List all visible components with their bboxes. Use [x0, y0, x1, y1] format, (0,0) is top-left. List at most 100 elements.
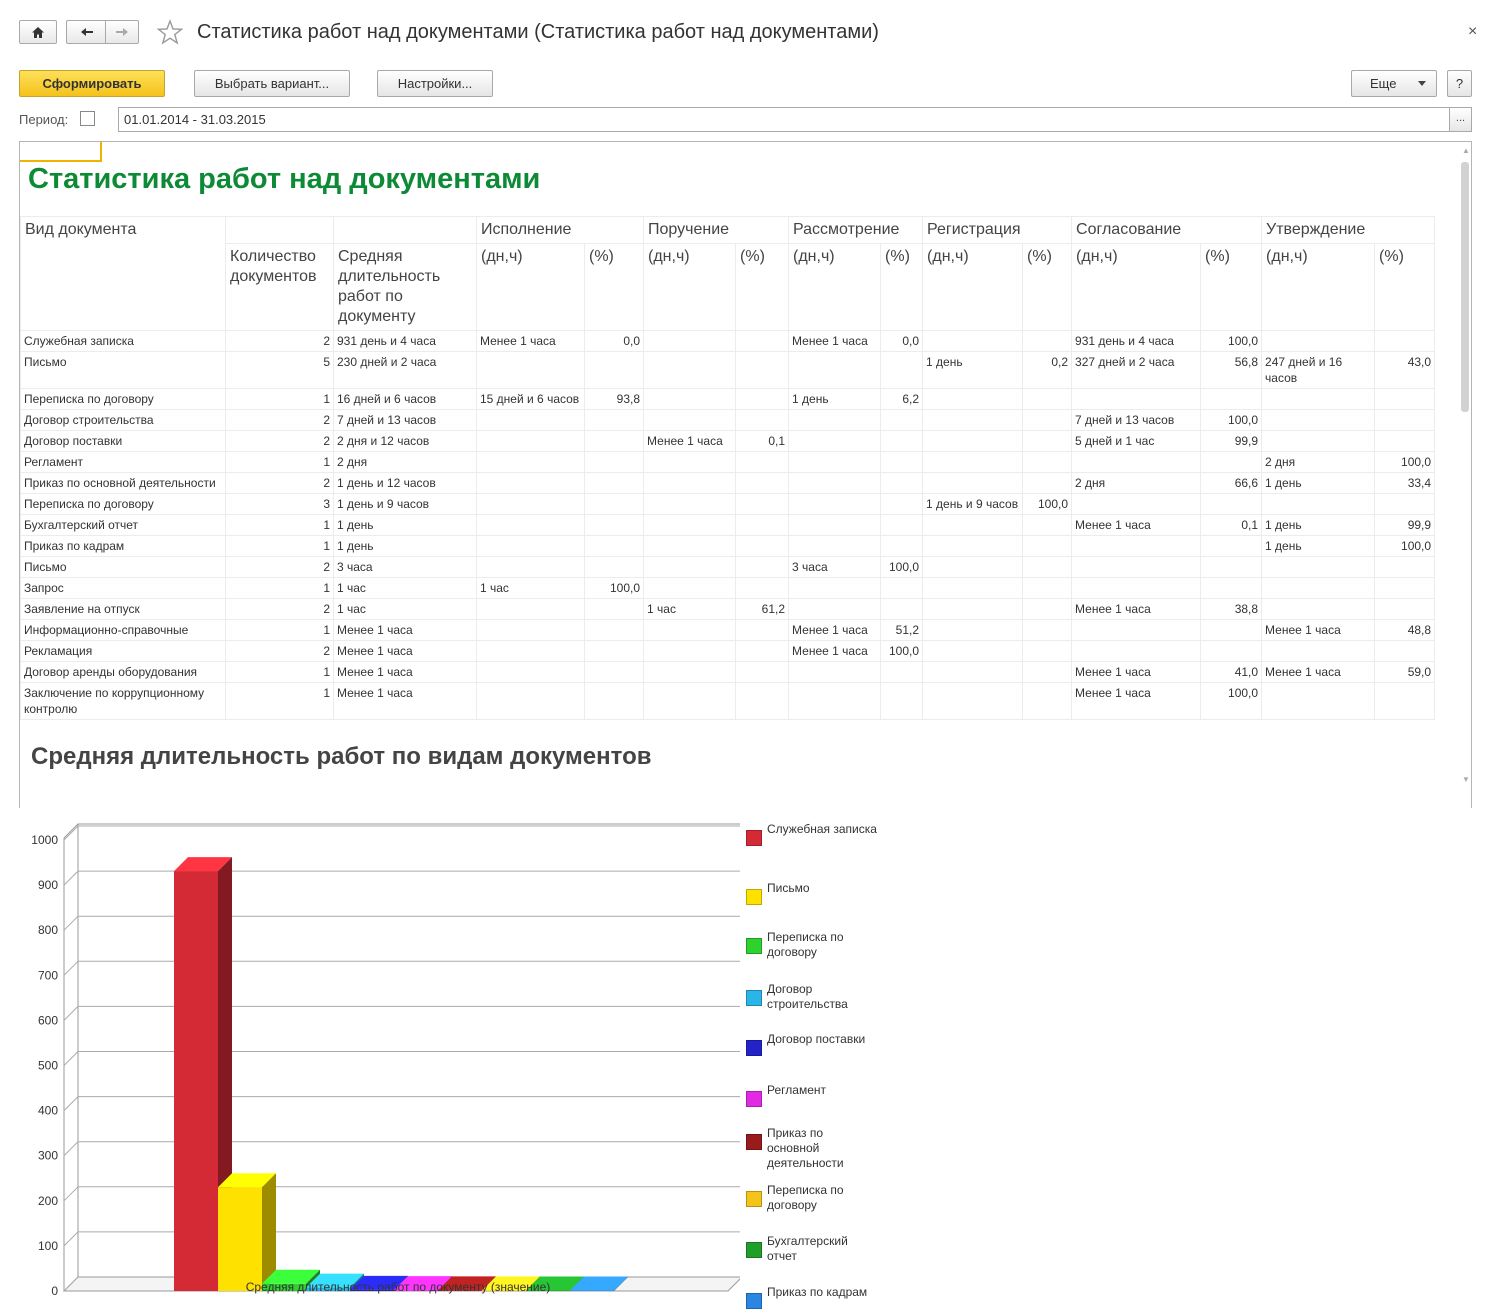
- period-select-button[interactable]: ...: [1449, 107, 1472, 132]
- table-row[interactable]: Рекламация 2 Менее 1 часа Менее 1 часа 100,0: [20, 640, 1436, 662]
- close-button[interactable]: ×: [1468, 23, 1477, 41]
- header-cell: Согласование: [1071, 216, 1263, 244]
- legend-swatch: [746, 1091, 762, 1107]
- table-row[interactable]: Переписка по договору 3 1 день и 9 часов 1 …: [20, 493, 1436, 515]
- table-cell: [583, 619, 645, 641]
- more-menu-button[interactable]: Еще: [1351, 70, 1437, 97]
- table-row[interactable]: Регламент 1 2 дня 2 дня 100,0: [20, 451, 1436, 473]
- table-cell: 100,0: [1200, 409, 1263, 431]
- table-cell: Менее 1 часа: [1071, 598, 1202, 620]
- table-row[interactable]: Договор поставки 2 2 дня и 12 часов Менее 1…: [20, 430, 1436, 452]
- table-cell: [1261, 430, 1376, 452]
- table-cell: [1374, 598, 1436, 620]
- table-cell: [880, 430, 924, 452]
- table-row[interactable]: Договор аренды оборудования 1 Менее 1 часа…: [20, 661, 1436, 683]
- table-cell: [476, 493, 585, 515]
- table-row[interactable]: Договор строительства 2 7 дней и 13 часов 7…: [20, 409, 1436, 431]
- home-button[interactable]: [19, 20, 57, 44]
- legend-item: Служебная записка: [746, 822, 926, 846]
- table-cell: [735, 640, 790, 662]
- arrow-left-icon: [80, 28, 93, 36]
- table-cell: 1 день и 12 часов: [333, 472, 477, 494]
- scroll-down-icon[interactable]: ▼: [1462, 775, 1470, 784]
- legend-item: Переписка по договору: [746, 1183, 926, 1213]
- header-cell: [333, 216, 477, 244]
- table-cell: [1374, 682, 1436, 720]
- table-cell: 0,1: [735, 430, 790, 452]
- table-cell: [1200, 388, 1263, 410]
- table-cell: [788, 472, 882, 494]
- table-cell: [1071, 619, 1202, 641]
- table-row[interactable]: Заключение по коррупционному контролю 1 Ме…: [20, 682, 1436, 720]
- table-row[interactable]: Заявление на отпуск 2 1 час 1 час 61,2 Менее …: [20, 598, 1436, 620]
- table-cell: [583, 472, 645, 494]
- table-cell: 15 дней и 6 часов: [476, 388, 585, 410]
- table-row[interactable]: Бухгалтерский отчет 1 1 день Менее 1 часа 0,…: [20, 514, 1436, 536]
- legend-swatch: [746, 1040, 762, 1056]
- table-cell: 33,4: [1374, 472, 1436, 494]
- table-cell: [1022, 619, 1073, 641]
- table-cell: [643, 556, 737, 578]
- table-cell: 1 день: [922, 351, 1024, 389]
- table-cell: [922, 330, 1024, 352]
- table-cell: [880, 451, 924, 473]
- header-cell: [225, 216, 334, 244]
- table-cell: Регламент: [20, 451, 226, 473]
- legend-label: Договор поставки: [767, 1032, 866, 1046]
- favorite-star-icon[interactable]: [157, 19, 183, 45]
- scroll-up-icon[interactable]: ▲: [1462, 146, 1470, 155]
- scrollbar-thumb[interactable]: [1461, 162, 1469, 412]
- settings-button[interactable]: Настройки...: [377, 70, 493, 97]
- y-tick-label: 600: [38, 1013, 58, 1027]
- table-cell: [643, 351, 737, 389]
- table-cell: 3: [225, 493, 334, 515]
- table-row[interactable]: Переписка по договору 1 16 дней и 6 часов 1…: [20, 388, 1436, 410]
- table-cell: [735, 535, 790, 557]
- table-cell: [880, 514, 924, 536]
- table-cell: [1071, 535, 1202, 557]
- table-cell: [735, 451, 790, 473]
- table-cell: [583, 514, 645, 536]
- table-cell: [583, 682, 645, 720]
- table-row[interactable]: Письмо 5 230 дней и 2 часа 1 день 0,2 327 дне…: [20, 351, 1436, 389]
- table-group-header-row: Вид документа Исполнение Поручение Рассмотр…: [20, 216, 1436, 331]
- table-row[interactable]: Служебная записка 2 931 день и 4 часа Менее…: [20, 330, 1436, 352]
- table-cell: 43,0: [1374, 351, 1436, 389]
- table-row[interactable]: Информационно-справочные 1 Менее 1 часа Мен…: [20, 619, 1436, 641]
- table-cell: 2 дня: [333, 451, 477, 473]
- period-input[interactable]: 01.01.2014 - 31.03.2015: [118, 107, 1450, 132]
- legend-item: Приказ по основной деятельности: [746, 1126, 926, 1171]
- table-cell: Менее 1 часа: [476, 330, 585, 352]
- choose-variant-button[interactable]: Выбрать вариант...: [194, 70, 350, 97]
- table-cell: [476, 556, 585, 578]
- header-cell: Утверждение: [1261, 216, 1436, 244]
- table-row[interactable]: Приказ по основной деятельности 2 1 день и…: [20, 472, 1436, 494]
- chart-gridline-side: [63, 825, 79, 841]
- table-cell: 247 дней и 16 часов: [1261, 351, 1376, 389]
- vertical-scrollbar[interactable]: ▲ ▼: [1459, 142, 1471, 808]
- table-row[interactable]: Приказ по кадрам 1 1 день 1 день 100,0: [20, 535, 1436, 557]
- table-cell: [1022, 577, 1073, 599]
- back-button[interactable]: [66, 20, 106, 44]
- period-checkbox[interactable]: [80, 111, 95, 126]
- legend-label: Служебная записка: [767, 822, 877, 836]
- header-cell: Поручение: [643, 216, 790, 244]
- report-document[interactable]: Статистика работ над документами Вид док…: [19, 141, 1472, 808]
- table-cell: [788, 535, 882, 557]
- forward-button[interactable]: [105, 20, 139, 44]
- table-cell: Заявление на отпуск: [20, 598, 226, 620]
- table-cell: [1261, 493, 1376, 515]
- generate-button[interactable]: Сформировать: [19, 70, 165, 97]
- table-row[interactable]: Запрос 1 1 час 1 час 100,0: [20, 577, 1436, 599]
- x-axis-label: Средняя длительность работ по документу …: [246, 1280, 551, 1294]
- table-row[interactable]: Письмо 2 3 часа 3 часа 100,0: [20, 556, 1436, 578]
- table-cell: [880, 598, 924, 620]
- legend-item: Бухгалтерский отчет: [746, 1234, 926, 1264]
- legend-swatch: [746, 990, 762, 1006]
- table-cell: Информационно-справочные: [20, 619, 226, 641]
- table-cell: [583, 535, 645, 557]
- table-cell: [922, 640, 1024, 662]
- help-button[interactable]: ?: [1447, 70, 1472, 97]
- table-cell: 2: [225, 430, 334, 452]
- table-cell: [1071, 577, 1202, 599]
